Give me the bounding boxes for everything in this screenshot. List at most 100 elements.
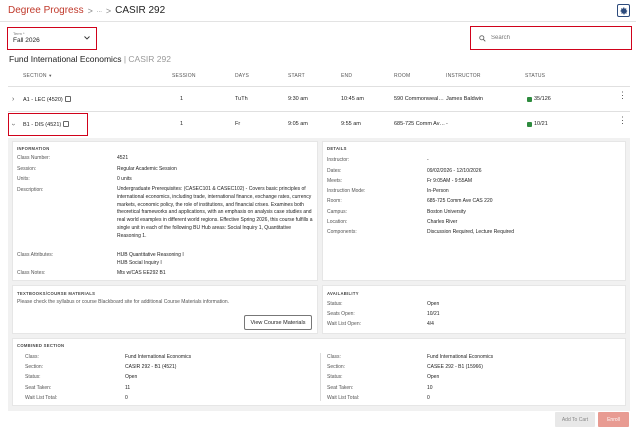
combined-wait: 0 bbox=[125, 395, 128, 401]
session-label: Session: bbox=[17, 166, 37, 172]
combined-status-label: Status: bbox=[25, 374, 41, 380]
course-separator: | bbox=[123, 54, 127, 64]
row-divider bbox=[8, 111, 630, 112]
section-session: 1 bbox=[180, 121, 184, 127]
kebab-icon[interactable]: ⋮ bbox=[618, 116, 627, 125]
combined-wait-label: Wait List Total: bbox=[327, 395, 360, 401]
section-start: 9:05 am bbox=[288, 121, 308, 127]
column-header-instructor[interactable]: INSTRUCTOR bbox=[446, 73, 481, 79]
combined-section: CASEE 292 - B1 (15966) bbox=[427, 364, 483, 370]
combined-wait: 0 bbox=[427, 395, 430, 401]
note-icon[interactable] bbox=[63, 121, 70, 127]
location-label: Location: bbox=[327, 219, 348, 225]
status-count: 10/21 bbox=[534, 121, 548, 127]
class-number-label: Class Number: bbox=[17, 155, 51, 161]
term-select[interactable]: Term * Fall 2026 bbox=[7, 27, 97, 50]
wait-list-open-label: Wait List Open: bbox=[327, 321, 361, 327]
status-badge: 10/21 bbox=[527, 121, 548, 127]
textbooks-panel: TEXTBOOKS/COURSE MATERIALS Please check … bbox=[12, 285, 318, 334]
table-row[interactable]: A1 - LEC (4520) bbox=[23, 96, 71, 103]
combined-section: CASIR 292 - B1 (4521) bbox=[125, 364, 177, 370]
combined-wait-label: Wait List Total: bbox=[25, 395, 58, 401]
kebab-icon[interactable]: ⋮ bbox=[618, 91, 627, 100]
units-value: 0 units bbox=[117, 176, 132, 182]
components-value: Discussion Required, Lecture Required bbox=[427, 229, 514, 235]
search-input[interactable] bbox=[491, 35, 621, 41]
section-name: A1 - LEC (4520) bbox=[23, 97, 63, 103]
view-course-materials-button[interactable]: View Course Materials bbox=[244, 315, 312, 330]
availability-title: AVAILABILITY bbox=[327, 291, 359, 296]
combined-class: Fund International Economics bbox=[427, 354, 494, 360]
column-header-end[interactable]: END bbox=[341, 73, 352, 79]
section-days: TuTh bbox=[235, 96, 248, 102]
breadcrumb-degree-progress[interactable]: Degree Progress bbox=[8, 5, 84, 16]
open-status-icon bbox=[527, 121, 532, 127]
breadcrumb-ellipsis[interactable]: ... bbox=[97, 8, 102, 14]
column-header-status[interactable]: STATUS bbox=[525, 73, 545, 79]
class-attribute: HUB Quantitative Reasoning I bbox=[117, 252, 184, 258]
availability-status-label: Status: bbox=[327, 301, 343, 307]
dates-label: Dates: bbox=[327, 168, 342, 174]
gear-icon bbox=[620, 7, 627, 14]
combined-class: Fund International Economics bbox=[125, 354, 192, 360]
note-icon[interactable] bbox=[64, 96, 71, 102]
class-notes-label: Class Notes: bbox=[17, 270, 46, 276]
column-header-start[interactable]: START bbox=[288, 73, 305, 79]
column-header-days[interactable]: DAYS bbox=[235, 73, 249, 79]
information-panel: INFORMATION Class Number: 4521 Session: … bbox=[12, 141, 318, 281]
seats-open: 10/21 bbox=[427, 311, 440, 317]
description-label: Description: bbox=[17, 187, 44, 193]
combined-section-title: COMBINED SECTION bbox=[17, 343, 65, 348]
instructor-value: - bbox=[427, 157, 429, 163]
section-name: B1 - DIS (4521) bbox=[23, 122, 62, 128]
details-panel: DETAILS Instructor: - Dates: 09/02/2026 … bbox=[322, 141, 626, 281]
add-to-cart-button[interactable]: Add To Cart bbox=[555, 412, 595, 427]
components-label: Components: bbox=[327, 229, 357, 235]
section-instructor: James Baldwin bbox=[446, 96, 483, 102]
column-header-section-label: SECTION bbox=[23, 73, 47, 79]
class-number: 4521 bbox=[117, 155, 129, 161]
description-value: Undergraduate Prerequisites: (CASEC101 &… bbox=[117, 186, 313, 239]
seats-open-label: Seats Open: bbox=[327, 311, 355, 317]
combined-section-label: Section: bbox=[327, 364, 346, 370]
table-row[interactable]: B1 - DIS (4521) bbox=[23, 121, 70, 128]
status-badge: 35/126 bbox=[527, 96, 551, 102]
instruction-mode-value: In-Person bbox=[427, 188, 449, 194]
course-name: Fund International Economics bbox=[9, 54, 122, 64]
section-end: 9:55 am bbox=[341, 121, 361, 127]
room-value: 685-725 Comm Ave CAS 220 bbox=[427, 198, 493, 204]
class-notes: Mts w/CAS EE292 B1 bbox=[117, 270, 166, 276]
details-title: DETAILS bbox=[327, 146, 347, 151]
combined-class-label: Class: bbox=[25, 354, 39, 360]
section-room: 685-725 Comm Av… bbox=[394, 121, 445, 127]
dates-value: 09/02/2026 - 12/10/2026 bbox=[427, 168, 482, 174]
class-attribute: HUB Social Inquiry I bbox=[117, 260, 162, 266]
combined-seat-label: Seat Taken: bbox=[327, 385, 354, 391]
chevron-down-icon[interactable]: › bbox=[10, 123, 17, 125]
combined-seat: 11 bbox=[125, 385, 131, 391]
textbooks-title: TEXTBOOKS/COURSE MATERIALS bbox=[17, 291, 96, 296]
row-divider bbox=[8, 86, 630, 87]
sort-arrow-icon: ▼ bbox=[48, 73, 53, 78]
column-header-session[interactable]: SESSION bbox=[172, 73, 196, 79]
settings-button[interactable] bbox=[617, 4, 630, 17]
combined-section-panel: COMBINED SECTION Class: Fund Internation… bbox=[12, 338, 626, 406]
search-box[interactable] bbox=[470, 26, 632, 50]
enroll-button[interactable]: Enroll bbox=[598, 412, 629, 427]
combined-divider bbox=[320, 353, 321, 401]
column-header-room[interactable]: ROOM bbox=[394, 73, 410, 79]
column-header-section[interactable]: SECTION ▼ bbox=[23, 73, 52, 79]
search-icon bbox=[479, 34, 486, 42]
breadcrumb-separator: > bbox=[87, 5, 93, 16]
section-end: 10:45 am bbox=[341, 96, 364, 102]
section-days: Fr bbox=[235, 121, 241, 127]
term-label: Term * bbox=[13, 31, 25, 36]
breadcrumb-current: CASIR 292 bbox=[115, 5, 166, 16]
section-instructor: - bbox=[446, 121, 448, 127]
wait-list-open: 4/4 bbox=[427, 321, 434, 327]
breadcrumb: Degree Progress > ... > CASIR 292 bbox=[8, 5, 165, 16]
location-value: Charles River bbox=[427, 219, 458, 225]
combined-class-label: Class: bbox=[327, 354, 341, 360]
chevron-right-icon[interactable]: › bbox=[12, 96, 14, 103]
availability-status: Open bbox=[427, 301, 440, 307]
